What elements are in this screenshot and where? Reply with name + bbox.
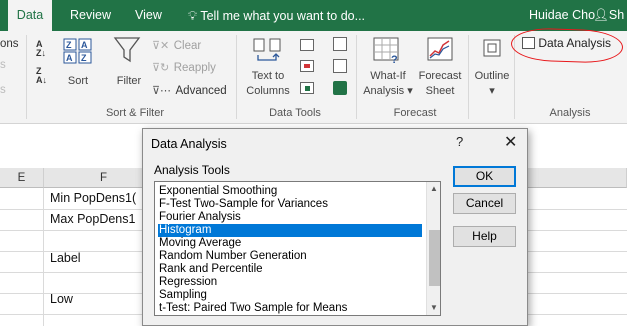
forecast-sheet-button[interactable]: Forecast Sheet bbox=[414, 35, 466, 101]
outline-button[interactable]: Outline ▾ bbox=[470, 35, 514, 101]
reapply-label: Reapply bbox=[173, 62, 216, 74]
analysis-tools-label: Analysis Tools bbox=[154, 163, 230, 177]
close-icon[interactable]: ✕ bbox=[504, 132, 517, 152]
funnel-icon bbox=[113, 37, 141, 63]
text-to-columns-line2: Columns bbox=[246, 85, 290, 97]
svg-text:Z: Z bbox=[66, 40, 72, 50]
forecast-group-label: Forecast bbox=[393, 107, 437, 119]
svg-text:A: A bbox=[81, 40, 88, 50]
data-analysis-dialog: Data Analysis ? ✕ Analysis Tools Exponen… bbox=[142, 128, 528, 326]
svg-text:?: ? bbox=[391, 54, 398, 65]
list-item[interactable]: Rank and Percentile bbox=[158, 263, 422, 276]
tab-view[interactable]: View bbox=[127, 0, 170, 31]
clear-label: Clear bbox=[173, 40, 202, 52]
sort-label: Sort bbox=[67, 75, 89, 87]
partial-group-label: ons bbox=[0, 38, 19, 50]
sort-icon: Z A A Z bbox=[63, 38, 92, 64]
list-item[interactable]: Sampling bbox=[158, 289, 422, 302]
help-button[interactable]: Help bbox=[453, 226, 516, 247]
clear-button[interactable]: ⊽✕ Clear bbox=[152, 36, 201, 52]
list-item[interactable]: Moving Average bbox=[158, 237, 422, 250]
list-item[interactable]: F-Test Two-Sample for Variances bbox=[158, 198, 422, 211]
list-item[interactable]: Regression bbox=[158, 276, 422, 289]
list-scrollbar[interactable]: ▲ ▼ bbox=[426, 182, 440, 315]
what-if-line2: Analysis ▾ bbox=[363, 85, 413, 97]
flash-fill-icon[interactable] bbox=[300, 39, 314, 51]
clear-filter-icon: ⊽✕ bbox=[152, 40, 170, 52]
outline-dropdown-icon: ▾ bbox=[489, 85, 495, 97]
scroll-up-icon[interactable]: ▲ bbox=[430, 184, 438, 193]
svg-text:Z: Z bbox=[81, 53, 87, 63]
advanced-button[interactable]: ⊽⋯ Advanced bbox=[152, 81, 227, 97]
lightbulb-icon: 💡︎ bbox=[188, 8, 198, 23]
share-label: Sh bbox=[608, 8, 625, 22]
advanced-label: Advanced bbox=[175, 85, 227, 97]
share-button[interactable]: 👤︎Sh bbox=[593, 0, 624, 31]
cancel-button[interactable]: Cancel bbox=[453, 193, 516, 214]
tab-review[interactable]: Review bbox=[62, 0, 119, 31]
text-to-columns-line1: Text to bbox=[251, 70, 285, 82]
svg-text:A: A bbox=[66, 53, 73, 63]
sort-descending-button[interactable]: Z A↓ bbox=[36, 67, 56, 87]
partial-item-2: s bbox=[0, 84, 6, 96]
sort-button[interactable]: Z A A Z Sort bbox=[62, 37, 96, 97]
partial-item: s bbox=[0, 59, 6, 71]
consolidate-icon[interactable] bbox=[333, 37, 347, 51]
column-header-e[interactable]: E bbox=[0, 168, 44, 188]
forecast-chart-icon bbox=[427, 37, 453, 61]
tell-me-text: Tell me what you want to do... bbox=[200, 9, 366, 23]
what-if-line1: What-If bbox=[370, 70, 406, 82]
filter-button[interactable]: Filter bbox=[112, 35, 146, 97]
what-if-icon: ? bbox=[373, 37, 399, 66]
relationships-icon[interactable] bbox=[333, 59, 347, 73]
text-to-columns-button[interactable]: Text to Columns bbox=[243, 35, 293, 99]
outline-label: Outline bbox=[474, 70, 510, 82]
what-if-analysis-button[interactable]: ? What-If Analysis ▾ bbox=[360, 35, 413, 101]
data-tools-group-label: Data Tools bbox=[269, 107, 321, 119]
reapply-button[interactable]: ⊽↻ Reapply bbox=[152, 58, 216, 74]
manage-data-model-icon[interactable] bbox=[333, 81, 347, 95]
list-item[interactable]: Random Number Generation bbox=[158, 250, 422, 263]
remove-duplicates-icon[interactable] bbox=[300, 60, 314, 72]
sort-ascending-button[interactable]: A Z↓ bbox=[36, 40, 56, 60]
advanced-filter-icon: ⊽⋯ bbox=[152, 85, 172, 97]
tab-data[interactable]: Data bbox=[8, 0, 52, 31]
scroll-thumb[interactable] bbox=[429, 230, 440, 286]
data-validation-icon[interactable] bbox=[300, 82, 314, 94]
ribbon-tab-bar: Data Review View 💡︎ Tell me what you wan… bbox=[0, 0, 627, 31]
help-icon[interactable]: ? bbox=[456, 134, 463, 149]
list-item-selected[interactable]: Histogram bbox=[158, 224, 422, 237]
analysis-group-label: Analysis bbox=[549, 107, 591, 119]
list-item[interactable]: Fourier Analysis bbox=[158, 211, 422, 224]
analysis-tools-list[interactable]: Exponential Smoothing F-Test Two-Sample … bbox=[154, 181, 441, 316]
forecast-line1: Forecast bbox=[418, 70, 462, 82]
list-item[interactable]: Exponential Smoothing bbox=[158, 185, 422, 198]
dialog-title: Data Analysis bbox=[151, 137, 227, 151]
user-name[interactable]: Huidae Cho bbox=[529, 0, 595, 31]
text-to-columns-icon bbox=[253, 38, 281, 61]
sort-filter-group-label: Sort & Filter bbox=[105, 107, 165, 119]
scroll-down-icon[interactable]: ▼ bbox=[430, 303, 438, 312]
person-icon: 👤︎ bbox=[593, 8, 609, 22]
reapply-icon: ⊽↻ bbox=[152, 62, 170, 74]
list-item[interactable]: t-Test: Paired Two Sample for Means bbox=[158, 302, 422, 315]
outline-icon bbox=[483, 39, 501, 57]
tell-me-search[interactable]: 💡︎ Tell me what you want to do... bbox=[188, 0, 365, 31]
ok-button[interactable]: OK bbox=[453, 166, 516, 187]
forecast-line2: Sheet bbox=[425, 85, 455, 97]
filter-label: Filter bbox=[116, 75, 142, 87]
